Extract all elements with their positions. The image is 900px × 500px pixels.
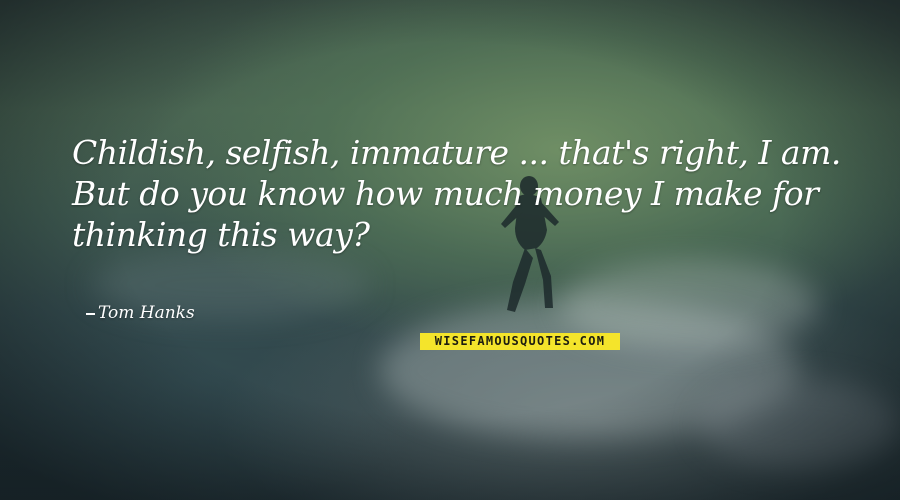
quote-image: Childish, selfish, immature ... that's r… bbox=[0, 0, 900, 500]
quote-author: Tom Hanks bbox=[86, 302, 195, 324]
author-name: Tom Hanks bbox=[98, 303, 195, 323]
quote-text: Childish, selfish, immature ... that's r… bbox=[72, 133, 841, 254]
watermark-logo: WISEFAMOUSQUOTES.COM bbox=[420, 333, 620, 350]
author-dash bbox=[86, 312, 95, 315]
